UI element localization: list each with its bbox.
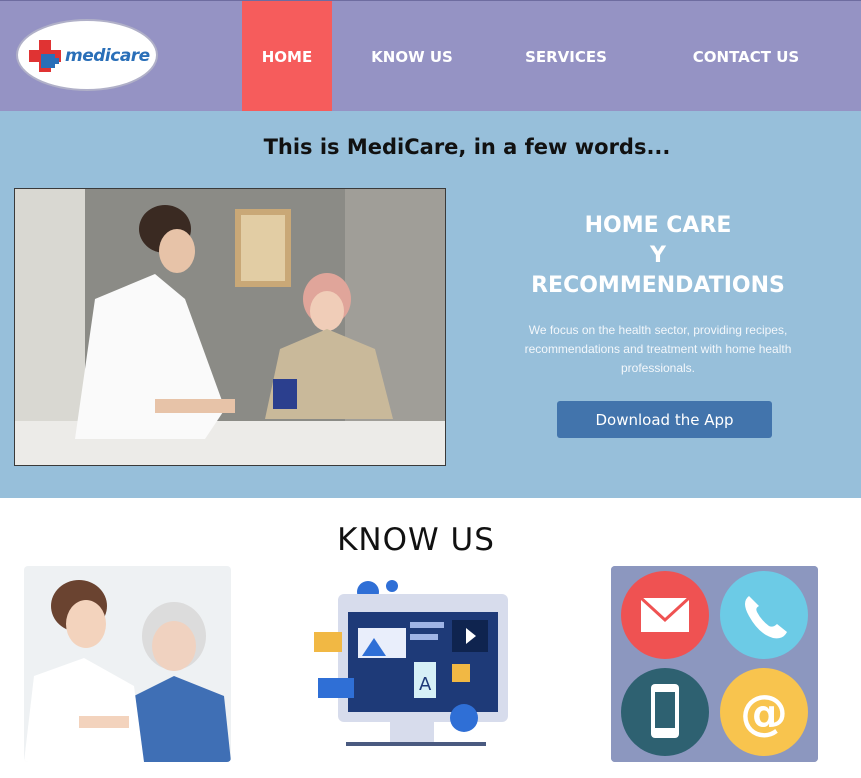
mail-icon[interactable] [621, 571, 709, 659]
nurse-elderly-photo [24, 566, 231, 762]
medical-cross-icon [29, 40, 61, 72]
hero-info-panel: HOME CARE Y RECOMMENDATIONS We focus on … [500, 211, 816, 378]
brand-wordmark: medicare [65, 46, 150, 66]
hero-heading-line-3: RECOMMENDATIONS [531, 273, 785, 298]
svg-text:@: @ [740, 685, 788, 741]
nav-services[interactable]: SERVICES [506, 1, 626, 112]
navbar: medicare HOME KNOW US SERVICES CONTACT U… [0, 0, 861, 112]
nav-know-us[interactable]: KNOW US [352, 1, 472, 112]
svg-text:A: A [419, 674, 432, 695]
hero-heading-line-2: Y [650, 243, 666, 268]
medicare-logo[interactable]: medicare [16, 19, 158, 91]
nav-home[interactable]: HOME [242, 1, 332, 112]
know-us-title: KNOW US [337, 522, 495, 558]
contact-icons-panel: @ [611, 566, 818, 762]
hero-heading: HOME CARE Y RECOMMENDATIONS [500, 211, 816, 301]
hero-title: This is MediCare, in a few words... [263, 135, 671, 159]
doctor-patient-photo [14, 188, 446, 466]
mobile-icon[interactable] [621, 668, 709, 756]
at-sign-icon[interactable]: @ [720, 668, 808, 756]
hero-section: This is MediCare, in a few words... HOME… [0, 111, 861, 498]
hero-description: We focus on the health sector, providing… [524, 323, 792, 375]
download-app-button[interactable]: Download the App [557, 401, 772, 438]
web-development-illustration: A [310, 566, 522, 762]
nav-contact-us[interactable]: CONTACT US [676, 1, 816, 112]
hero-heading-line-1: HOME CARE [584, 213, 732, 238]
phone-icon[interactable] [720, 571, 808, 659]
